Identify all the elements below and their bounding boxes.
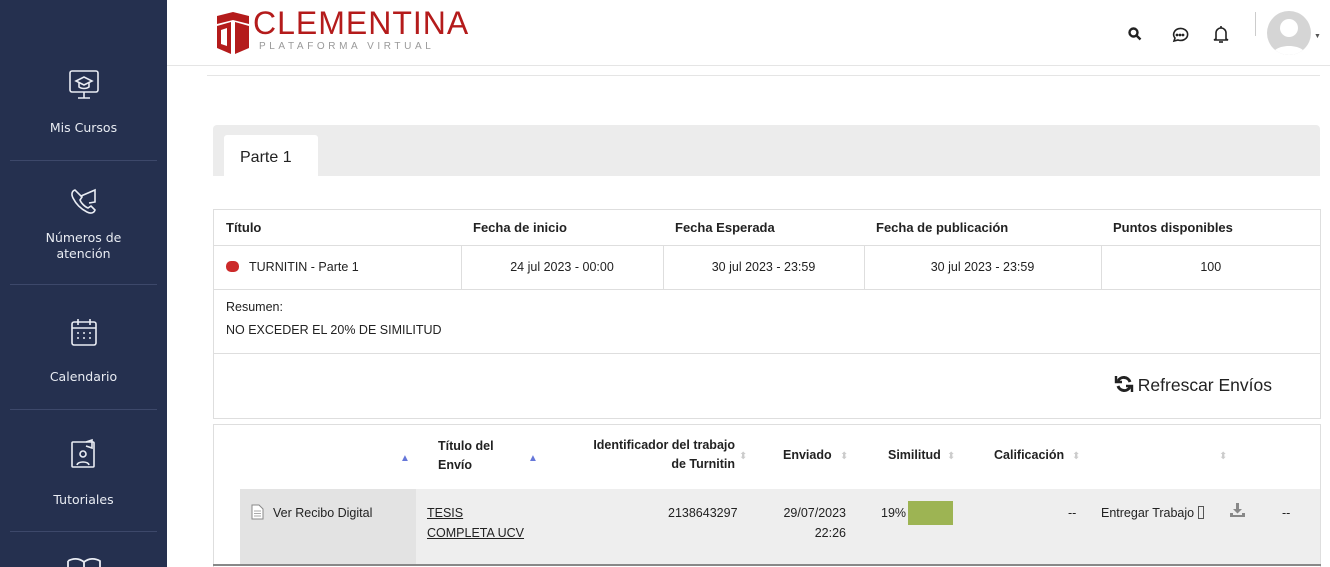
sort-icon[interactable]: ⬍ xyxy=(1219,447,1227,466)
column-header-turnitin-id[interactable]: Identificador del trabajo de Turnitin xyxy=(580,436,735,474)
grade-value: -- xyxy=(1068,506,1077,520)
search-icon[interactable] xyxy=(1128,27,1142,41)
tab-parte-1[interactable]: Parte 1 xyxy=(224,135,318,176)
sidebar-item-label: Mis Cursos xyxy=(49,120,118,135)
content-divider xyxy=(207,75,1320,76)
due-date: 30 jul 2023 - 23:59 xyxy=(663,245,865,290)
calendar-icon xyxy=(70,319,97,346)
sidebar-item-label: Números de atención xyxy=(45,230,122,261)
sort-asc-icon[interactable]: ▲ xyxy=(400,449,410,468)
refresh-label: Refrescar Envíos xyxy=(1137,374,1272,395)
table-bottom-border xyxy=(213,564,1321,566)
clementina-logo-icon xyxy=(217,12,249,54)
top-header: CLEMENTINA PLATAFORMA VIRTUAL ▼ xyxy=(167,0,1330,66)
sent-date: 29/07/2023 22:26 xyxy=(783,506,846,540)
sort-icon[interactable]: ⬍ xyxy=(947,447,955,466)
open-book-icon xyxy=(66,557,101,567)
column-header-fecha-inicio: Fecha de inicio xyxy=(461,210,663,246)
sort-icon[interactable]: ⬍ xyxy=(840,447,848,466)
column-header-fecha-esperada: Fecha Esperada xyxy=(663,210,864,246)
sidebar-divider xyxy=(10,409,157,410)
column-header-titulo-envio[interactable]: Título del Envío xyxy=(438,437,494,475)
column-header-enviado[interactable]: Enviado xyxy=(783,446,832,465)
sidebar-item-label: Tutoriales xyxy=(53,492,114,507)
submit-work-link[interactable]: Entregar Trabajo xyxy=(1101,503,1204,523)
logo-title: CLEMENTINA xyxy=(253,5,470,41)
tab-bar: Parte 1 xyxy=(213,125,1320,176)
similarity-value[interactable]: 19% xyxy=(881,503,906,523)
user-silhouette-icon xyxy=(1272,19,1306,55)
extra-value: -- xyxy=(1282,506,1291,520)
refresh-icon xyxy=(1114,375,1133,392)
logo-subtitle: PLATAFORMA VIRTUAL xyxy=(259,41,435,52)
sidebar-divider xyxy=(10,160,157,161)
sidebar-item-tutoriales[interactable]: Tutoriales xyxy=(0,438,167,508)
submissions-header: ▲ Título del Envío ▲ Identificador del tr… xyxy=(214,425,1320,487)
assignment-table: Título Fecha de inicio Fecha Esperada Fe… xyxy=(214,210,1320,290)
table-row: Ver Recibo Digital TESIS COMPLETA UCV 213… xyxy=(240,489,1320,565)
column-header-puntos: Puntos disponibles xyxy=(1101,210,1320,246)
receipt-cell xyxy=(240,489,416,565)
header-divider xyxy=(1255,12,1256,36)
sort-icon[interactable]: ⬍ xyxy=(1072,447,1080,466)
turnitin-id: 2138643297 xyxy=(668,506,738,520)
online-course-monitor-icon xyxy=(68,70,99,99)
table-row: TURNITIN - Parte 1 24 jul 2023 - 00:00 3… xyxy=(214,245,1320,290)
sidebar-item-mis-cursos[interactable]: Mis Cursos xyxy=(0,68,167,136)
column-header-fecha-publicacion: Fecha de publicación xyxy=(864,210,1101,246)
status-dot-icon xyxy=(226,261,239,272)
sidebar-divider xyxy=(10,284,157,285)
assignment-title-cell: TURNITIN - Parte 1 xyxy=(214,245,462,290)
summary-label: Resumen: xyxy=(226,299,283,314)
document-icon xyxy=(251,504,264,520)
sort-asc-icon[interactable]: ▲ xyxy=(528,449,538,468)
sidebar-item-numeros-atencion[interactable]: Números de atención xyxy=(0,186,167,262)
summary-block: Resumen: NO EXCEDER EL 20% DE SIMILITUD xyxy=(214,290,1320,354)
sort-icon[interactable]: ⬍ xyxy=(739,447,747,466)
sidebar-divider xyxy=(10,531,157,532)
refresh-submissions-button[interactable]: Refrescar Envíos xyxy=(1114,374,1272,396)
submissions-panel: ▲ Título del Envío ▲ Identificador del tr… xyxy=(213,424,1321,567)
view-receipt-link[interactable]: Ver Recibo Digital xyxy=(273,503,372,523)
sidebar: Mis Cursos Números de atención Calendario… xyxy=(0,0,167,567)
column-header-titulo: Título xyxy=(214,210,461,246)
refresh-row: Refrescar Envíos xyxy=(214,354,1320,418)
sidebar-item-biblioteca[interactable] xyxy=(0,555,167,567)
submission-title-link[interactable]: TESIS COMPLETA UCV xyxy=(427,503,524,543)
chevron-down-icon[interactable]: ▼ xyxy=(1314,33,1321,40)
summary-text: NO EXCEDER EL 20% DE SIMILITUD xyxy=(226,322,442,337)
download-icon[interactable] xyxy=(1230,503,1245,517)
assignment-panel: Título Fecha de inicio Fecha Esperada Fe… xyxy=(213,209,1321,419)
video-tutorial-icon xyxy=(70,438,95,468)
avatar[interactable] xyxy=(1267,11,1311,55)
placeholder-box-icon xyxy=(1197,506,1204,519)
column-header-calificacion[interactable]: Calificación xyxy=(994,446,1064,465)
column-header-similitud[interactable]: Similitud xyxy=(888,446,941,465)
post-date: 30 jul 2023 - 23:59 xyxy=(864,245,1102,290)
similarity-bar[interactable] xyxy=(908,501,953,525)
start-date: 24 jul 2023 - 00:00 xyxy=(461,245,664,290)
points-available: 100 xyxy=(1101,245,1320,290)
phone-message-icon xyxy=(70,188,96,214)
sidebar-item-label: Calendario xyxy=(49,369,118,384)
assignment-title: TURNITIN - Parte 1 xyxy=(249,260,359,274)
sidebar-item-calendario[interactable]: Calendario xyxy=(0,317,167,385)
bell-icon[interactable] xyxy=(1213,25,1229,44)
chat-icon[interactable] xyxy=(1171,26,1189,44)
